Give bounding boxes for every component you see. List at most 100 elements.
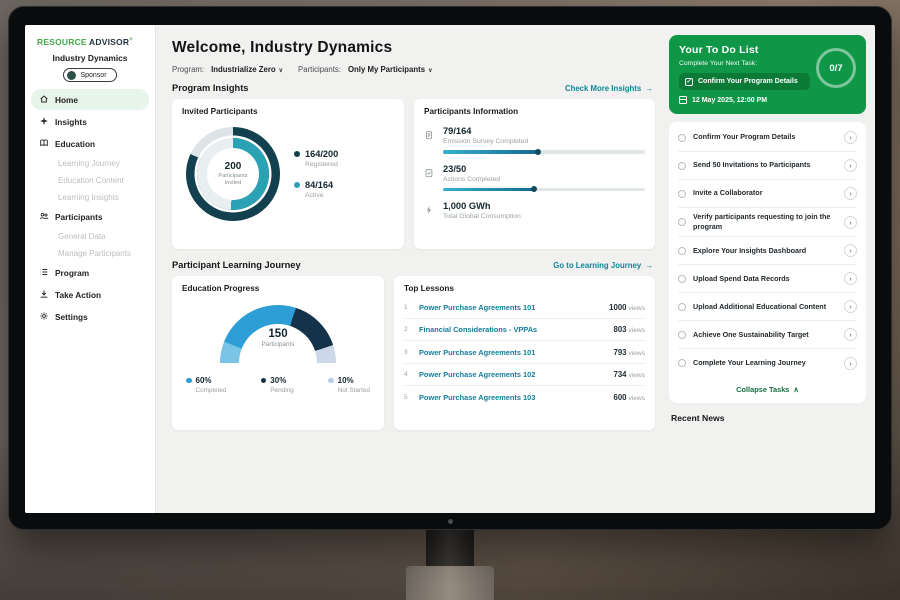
sidebar-item-learning-journey[interactable]: Learning Journey [31, 155, 149, 171]
sidebar-item-education[interactable]: Education [31, 133, 149, 154]
todo-tasks-card: Confirm Your Program Details › Send 50 I… [669, 122, 866, 403]
collapse-tasks-link[interactable]: Collapse Tasks ∧ [678, 377, 857, 403]
chevron-right-button[interactable]: › [844, 216, 857, 229]
lesson-row: 5 Power Purchase Agreements 103 600views [404, 386, 645, 408]
task-row[interactable]: Invite a Collaborator › [678, 180, 857, 208]
insights-cards-row: Invited Participants 200 Participants In… [172, 99, 655, 249]
task-label: Complete Your Learning Journey [693, 358, 837, 368]
legend-active: 84/164 Active [294, 180, 338, 199]
lesson-row: 3 Power Purchase Agreements 101 793views [404, 341, 645, 364]
task-checkbox[interactable] [678, 359, 686, 367]
task-label: Send 50 Invitations to Participants [693, 160, 837, 170]
calendar-icon [679, 96, 687, 104]
sidebar-item-take-action[interactable]: Take Action [31, 284, 149, 305]
task-checkbox[interactable] [678, 134, 686, 142]
sidebar-item-label: Manage Participants [58, 249, 131, 258]
sidebar-item-label: Participants [55, 212, 103, 222]
task-checkbox[interactable] [678, 303, 686, 311]
sidebar-item-manage-participants[interactable]: Manage Participants [31, 245, 149, 261]
chevron-down-icon: ∨ [428, 67, 432, 74]
sponsor-badge[interactable]: Sponsor [63, 68, 116, 82]
sponsor-icon [67, 71, 76, 80]
program-filter-dropdown[interactable]: Industrialize Zero ∨ [211, 65, 283, 74]
sidebar-item-general-data[interactable]: General Data [31, 228, 149, 244]
lesson-link[interactable]: Financial Considerations - VPPAs [419, 325, 605, 334]
next-task-due: 12 May 2025, 12:00 PM [679, 96, 856, 104]
education-progress-card: Education Progress 150 Participants [172, 276, 384, 430]
sidebar-item-insights[interactable]: Insights [31, 111, 149, 132]
todo-summary-card: Your To Do List Complete Your Next Task:… [669, 35, 866, 114]
education-progress-gauge-chart: 150 Participants [220, 305, 336, 363]
task-row[interactable]: Send 50 Invitations to Participants › [678, 152, 857, 180]
check-more-insights-link[interactable]: Check More Insights → [565, 84, 653, 93]
learning-journey-header: Participant Learning Journey Go to Learn… [172, 260, 653, 270]
lesson-views: 1000views [609, 303, 645, 312]
task-checkbox[interactable] [678, 275, 686, 283]
go-to-learning-journey-link[interactable]: Go to Learning Journey → [553, 261, 653, 270]
logo-secondary: ADVISOR [89, 37, 129, 47]
task-checkbox[interactable] [678, 190, 686, 198]
chevron-right-button[interactable]: › [844, 328, 857, 341]
sidebar-item-education-content[interactable]: Education Content [31, 172, 149, 188]
chevron-right-button[interactable]: › [844, 131, 857, 144]
progress-fill [443, 188, 536, 192]
emission-survey-progress-bar [443, 150, 645, 154]
legend-pending: 30% Pending [261, 376, 294, 394]
app-logo: RESOURCE ADVISOR+ [25, 25, 155, 50]
views-count: 793 [613, 348, 626, 357]
chevron-right-button[interactable]: › [844, 159, 857, 172]
task-checkbox[interactable] [678, 162, 686, 170]
legend-dot [186, 378, 192, 384]
task-checkbox[interactable] [678, 218, 686, 226]
participants-filter-dropdown[interactable]: Only My Participants ∨ [348, 65, 433, 74]
todo-progress-value: 0/7 [829, 63, 842, 74]
task-row[interactable]: Verify participants requesting to join t… [678, 208, 857, 237]
chevron-right-button[interactable]: › [844, 357, 857, 370]
sidebar-item-participants[interactable]: Participants [31, 206, 149, 227]
sidebar-item-learning-insights[interactable]: Learning Insights [31, 189, 149, 205]
sidebar-item-settings[interactable]: Settings [31, 306, 149, 327]
lesson-views: 734views [613, 370, 645, 379]
legend-label: Active [305, 192, 333, 199]
task-label: Confirm Your Program Details [693, 132, 837, 142]
next-task-pill[interactable]: ✓ Confirm Your Program Details [679, 73, 810, 90]
chevron-right-button[interactable]: › [844, 244, 857, 257]
chevron-right-button[interactable]: › [844, 300, 857, 313]
task-row[interactable]: Upload Spend Data Records › [678, 265, 857, 293]
lesson-rank: 1 [404, 304, 411, 311]
checkbox-icon[interactable]: ✓ [685, 78, 693, 86]
lesson-rank: 3 [404, 349, 411, 356]
task-row[interactable]: Complete Your Learning Journey › [678, 349, 857, 377]
monitor-stand-base [406, 566, 494, 600]
chevron-right-button[interactable]: › [844, 187, 857, 200]
lesson-link[interactable]: Power Purchase Agreements 101 [419, 348, 605, 357]
task-label: Upload Additional Educational Content [693, 302, 837, 312]
link-label: Go to Learning Journey [553, 261, 641, 270]
lesson-link[interactable]: Power Purchase Agreements 102 [419, 370, 605, 379]
task-row[interactable]: Explore Your Insights Dashboard › [678, 237, 857, 265]
participants-icon [39, 211, 49, 223]
sidebar-item-program[interactable]: Program [31, 262, 149, 283]
task-checkbox[interactable] [678, 247, 686, 255]
donut-legend: 164/200 Registered 84/164 Active [294, 149, 338, 199]
section-title: Program Insights [172, 83, 248, 93]
legend-value: 10% [338, 376, 370, 385]
invited-participants-card: Invited Participants 200 Participants In… [172, 99, 404, 249]
sidebar-item-home[interactable]: Home [31, 89, 149, 110]
program-filter-label: Program: [172, 65, 204, 74]
lesson-link[interactable]: Power Purchase Agreements 103 [419, 393, 605, 402]
task-checkbox[interactable] [678, 331, 686, 339]
task-row[interactable]: Upload Additional Educational Content › [678, 293, 857, 321]
task-row[interactable]: Achieve One Sustainability Target › [678, 321, 857, 349]
legend-label: Completed [196, 387, 227, 394]
legend-label: Not Started [338, 387, 370, 394]
legend-value: 30% [270, 376, 293, 385]
invited-participants-donut-chart: 200 Participants Invited [186, 127, 280, 221]
chevron-right-button[interactable]: › [844, 272, 857, 285]
stat-label: Emission Survey Completed [443, 138, 645, 145]
card-title: Education Progress [182, 284, 374, 293]
task-row[interactable]: Confirm Your Program Details › [678, 124, 857, 152]
lesson-link[interactable]: Power Purchase Agreements 101 [419, 303, 601, 312]
stat-label: Actions Completed [443, 176, 645, 183]
collapse-up-icon: ∧ [793, 385, 798, 394]
